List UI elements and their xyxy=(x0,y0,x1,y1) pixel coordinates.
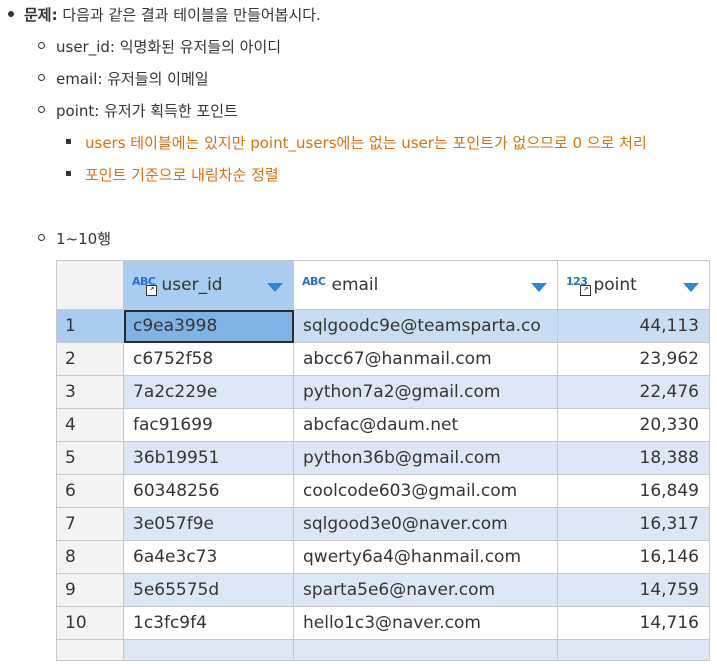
bullet-ring-icon xyxy=(38,234,45,241)
note-text: users 테이블에는 있지만 point_users에는 없는 user는 포… xyxy=(85,134,647,152)
row-number[interactable]: 6 xyxy=(56,474,124,508)
table-row[interactable]: 4 fac91699 abcfac@daum.net 20,330 xyxy=(56,408,710,442)
column-header-point[interactable]: 123 ↗ point xyxy=(557,260,710,310)
table-row[interactable]: 9 5e65575d sparta5e6@naver.com 14,759 xyxy=(56,573,710,607)
field-user-id: user_id: 익명화된 유저들의 아이디 xyxy=(38,37,281,57)
cell-point[interactable]: 22,476 xyxy=(557,375,710,409)
row-number[interactable]: 9 xyxy=(56,573,124,607)
column-label: user_id xyxy=(161,275,223,295)
cell-point[interactable]: 14,759 xyxy=(557,573,710,607)
sort-caret-icon[interactable] xyxy=(531,283,547,292)
note-sort: 포인트 기준으로 내림차순 정렬 xyxy=(66,165,279,185)
number-type-icon: 123 ↗ xyxy=(566,275,591,296)
problem-label: 문제: xyxy=(24,6,58,24)
cell-point[interactable]: 16,317 xyxy=(557,507,710,541)
rows-label-line: 1~10행 xyxy=(38,229,111,249)
field-desc: : 유저가 획득한 포인트 xyxy=(94,102,238,120)
sort-caret-icon[interactable] xyxy=(267,283,283,292)
cell-email[interactable]: coolcode603@gmail.com xyxy=(293,474,558,508)
bullet-dot-icon xyxy=(8,10,14,17)
cell-point[interactable]: 44,113 xyxy=(557,309,710,343)
problem-line: 문제: 다음과 같은 결과 테이블을 만들어봅시다. xyxy=(8,5,321,25)
cell-email[interactable]: python7a2@gmail.com xyxy=(293,375,558,409)
result-table: ABC ↗ user_id ABC email 123 ↗ point 1 c9… xyxy=(56,260,710,661)
row-number[interactable]: 7 xyxy=(56,507,124,541)
column-header-email[interactable]: ABC email xyxy=(293,260,558,310)
field-name: user_id xyxy=(56,38,110,56)
row-number[interactable]: 10 xyxy=(56,606,124,640)
cell-email[interactable]: abcc67@hanmail.com xyxy=(293,342,558,376)
note-zero-point: users 테이블에는 있지만 point_users에는 없는 user는 포… xyxy=(66,133,647,153)
table-row[interactable]: 1 c9ea3998 sqlgoodc9e@teamsparta.co 44,1… xyxy=(56,309,710,343)
cell-point[interactable]: 16,146 xyxy=(557,540,710,574)
sort-caret-icon[interactable] xyxy=(683,283,699,292)
cell-email[interactable]: sparta5e6@naver.com xyxy=(293,573,558,607)
table-row[interactable]: 5 36b19951 python36b@gmail.com 18,388 xyxy=(56,441,710,475)
bullet-ring-icon xyxy=(38,74,45,81)
cell-point[interactable]: 14,716 xyxy=(557,606,710,640)
row-number[interactable]: 5 xyxy=(56,441,124,475)
bullet-square-icon xyxy=(66,171,71,176)
cell-user-id[interactable]: c9ea3998 xyxy=(123,309,294,343)
cell-user-id[interactable]: 7a2c229e xyxy=(123,375,294,409)
cell-email[interactable] xyxy=(293,639,558,661)
row-number[interactable]: 1 xyxy=(56,309,124,343)
table-row[interactable]: 2 c6752f58 abcc67@hanmail.com 23,962 xyxy=(56,342,710,376)
cell-user-id[interactable]: 1c3fc9f4 xyxy=(123,606,294,640)
corner-cell[interactable] xyxy=(56,260,124,310)
cell-user-id[interactable]: 3e057f9e xyxy=(123,507,294,541)
table-row[interactable]: 7 3e057f9e sqlgood3e0@naver.com 16,317 xyxy=(56,507,710,541)
cell-user-id[interactable]: c6752f58 xyxy=(123,342,294,376)
bullet-square-icon xyxy=(66,139,71,144)
key-icon: ↗ xyxy=(146,284,157,296)
cell-point[interactable]: 16,849 xyxy=(557,474,710,508)
cell-user-id[interactable] xyxy=(123,639,294,661)
bullet-ring-icon xyxy=(38,42,45,49)
field-name: point xyxy=(56,102,95,120)
table-row[interactable]: 3 7a2c229e python7a2@gmail.com 22,476 xyxy=(56,375,710,409)
cell-user-id[interactable]: 5e65575d xyxy=(123,573,294,607)
column-label: email xyxy=(331,275,379,295)
cell-email[interactable]: hello1c3@naver.com xyxy=(293,606,558,640)
cell-point[interactable]: 18,388 xyxy=(557,441,710,475)
table-row[interactable]: 10 1c3fc9f4 hello1c3@naver.com 14,716 xyxy=(56,606,710,640)
note-text: 포인트 기준으로 내림차순 정렬 xyxy=(85,166,279,184)
table-row-partial[interactable] xyxy=(56,639,710,661)
bullet-ring-icon xyxy=(38,106,45,113)
problem-text: 다음과 같은 결과 테이블을 만들어봅시다. xyxy=(57,6,321,24)
row-number[interactable]: 2 xyxy=(56,342,124,376)
table-row[interactable]: 6 60348256 coolcode603@gmail.com 16,849 xyxy=(56,474,710,508)
cell-email[interactable]: sqlgoodc9e@teamsparta.co xyxy=(293,309,558,343)
cell-user-id[interactable]: 60348256 xyxy=(123,474,294,508)
cell-user-id[interactable]: 6a4e3c73 xyxy=(123,540,294,574)
cell-point[interactable]: 23,962 xyxy=(557,342,710,376)
rows-label: 1~10행 xyxy=(56,230,111,248)
field-email: email: 유저들의 이메일 xyxy=(38,69,209,89)
cell-email[interactable]: python36b@gmail.com xyxy=(293,441,558,475)
cell-point[interactable]: 20,330 xyxy=(557,408,710,442)
cell-user-id[interactable]: fac91699 xyxy=(123,408,294,442)
cell-point[interactable] xyxy=(557,639,710,661)
text-type-icon: ABC ↗ xyxy=(132,275,157,296)
field-desc: : 유저들의 이메일 xyxy=(97,70,209,88)
key-icon: ↗ xyxy=(580,284,591,296)
table-row[interactable]: 8 6a4e3c73 qwerty6a4@hanmail.com 16,146 xyxy=(56,540,710,574)
field-name: email xyxy=(56,70,98,88)
field-point: point: 유저가 획득한 포인트 xyxy=(38,101,238,121)
cell-user-id[interactable]: 36b19951 xyxy=(123,441,294,475)
row-number[interactable]: 8 xyxy=(56,540,124,574)
cell-email[interactable]: abcfac@daum.net xyxy=(293,408,558,442)
column-header-user-id[interactable]: ABC ↗ user_id xyxy=(123,260,294,310)
row-number[interactable]: 4 xyxy=(56,408,124,442)
cell-email[interactable]: qwerty6a4@hanmail.com xyxy=(293,540,558,574)
text-type-icon: ABC xyxy=(302,274,326,288)
field-desc: : 익명화된 유저들의 아이디 xyxy=(109,38,282,56)
row-number[interactable] xyxy=(56,639,124,661)
row-number[interactable]: 3 xyxy=(56,375,124,409)
column-label: point xyxy=(593,275,637,295)
cell-email[interactable]: sqlgood3e0@naver.com xyxy=(293,507,558,541)
